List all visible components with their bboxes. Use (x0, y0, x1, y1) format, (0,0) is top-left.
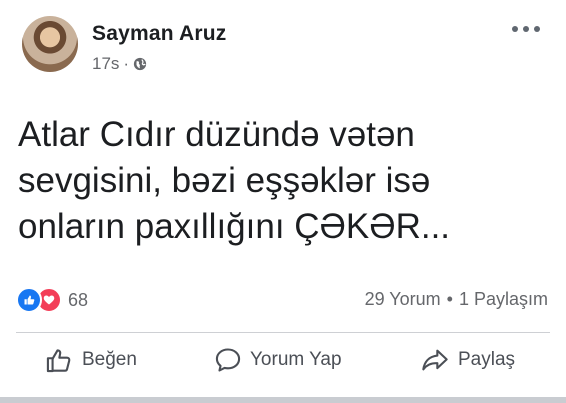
post-text-line: Atlar Cıdır düzündə vətən (18, 115, 415, 154)
comment-count-link[interactable]: 29 Yorum (365, 289, 441, 310)
post-header: Sayman Aruz 17s · (22, 16, 552, 78)
post-time[interactable]: 17s (92, 54, 119, 74)
post-text-line: onların paxıllığını ÇƏKƏR... (18, 207, 451, 246)
facebook-post: Sayman Aruz 17s · Atlar Cıdır düzündə və… (0, 0, 566, 403)
divider (16, 332, 550, 333)
share-arrow-icon (422, 349, 448, 371)
stats-bullet: • (446, 289, 453, 309)
post-stats: 68 29 Yorum • 1 Paylaşım (16, 287, 548, 313)
post-actions: Beğen Yorum Yap Paylaş (0, 346, 566, 382)
like-reaction-icon (16, 287, 42, 313)
meta-separator: · (123, 54, 130, 73)
reactions-summary[interactable]: 68 (16, 287, 88, 313)
avatar[interactable] (22, 16, 78, 72)
comment-share-stats: 29 Yorum • 1 Paylaşım (365, 289, 548, 310)
bottom-separator (0, 397, 566, 403)
post-text-line: sevgisini, bəzi eşşəklər isə (18, 161, 431, 200)
share-count-link[interactable]: 1 Paylaşım (459, 289, 548, 310)
comment-button[interactable]: Yorum Yap (214, 346, 342, 374)
share-button[interactable]: Paylaş (420, 346, 515, 374)
comment-bubble-icon (215, 348, 241, 372)
author-name[interactable]: Sayman Aruz (92, 22, 226, 46)
globe-icon (133, 57, 147, 71)
reaction-count: 68 (68, 289, 89, 310)
more-options-icon[interactable] (512, 20, 540, 38)
like-button-label: Beğen (82, 349, 137, 370)
thumbs-up-icon (46, 349, 71, 373)
comment-button-label: Yorum Yap (250, 349, 342, 370)
like-button[interactable]: Beğen (44, 346, 137, 374)
share-button-label: Paylaş (458, 349, 516, 370)
post-meta: 17s · (92, 54, 147, 74)
post-text: Atlar Cıdır düzündə vətən sevgisini, bəz… (18, 112, 538, 250)
